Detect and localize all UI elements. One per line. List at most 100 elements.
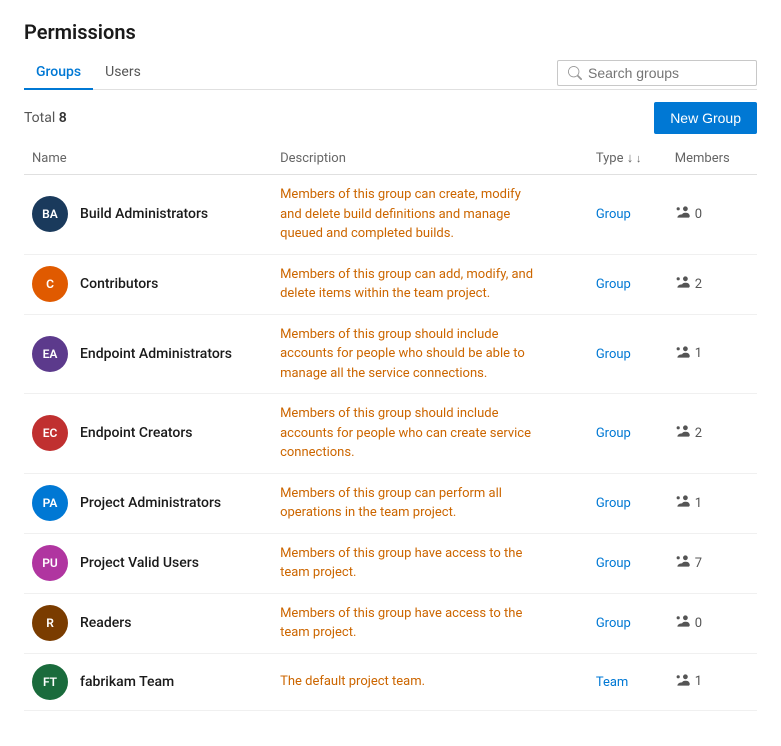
description-cell: Members of this group should include acc… <box>272 394 588 474</box>
col-header-type[interactable]: Type ↓ <box>588 142 667 175</box>
avatar: PA <box>32 485 68 521</box>
type-value: Team <box>596 675 629 690</box>
members-cell: 1 <box>667 653 757 710</box>
group-name: fabrikam Team <box>80 674 174 690</box>
description-text: Members of this group can add, modify, a… <box>280 265 540 304</box>
table-row[interactable]: PA Project Administrators Members of thi… <box>24 473 757 533</box>
avatar: C <box>32 266 68 302</box>
type-cell: Group <box>588 533 667 593</box>
members-cell: 1 <box>667 473 757 533</box>
name-cell: BA Build Administrators <box>24 175 272 255</box>
tabs: Groups Users <box>24 56 153 89</box>
people-icon <box>675 275 691 289</box>
members-cell: 1 <box>667 314 757 394</box>
people-icon <box>675 494 691 508</box>
group-name: Contributors <box>80 276 158 292</box>
new-group-button[interactable]: New Group <box>654 102 757 134</box>
avatar: FT <box>32 664 68 700</box>
members-icon <box>675 614 691 632</box>
description-cell: Members of this group can create, modify… <box>272 175 588 255</box>
table-header: Name Description Type ↓ Members <box>24 142 757 175</box>
description-cell: Members of this group should include acc… <box>272 314 588 394</box>
search-icon <box>568 66 582 80</box>
table-row[interactable]: EC Endpoint Creators Members of this gro… <box>24 394 757 474</box>
type-value: Group <box>596 616 631 631</box>
type-cell: Team <box>588 653 667 710</box>
type-cell: Group <box>588 314 667 394</box>
members-count: 0 <box>695 207 702 222</box>
table-row[interactable]: FT fabrikam Team The default project tea… <box>24 653 757 710</box>
members-count: 1 <box>695 496 702 511</box>
description-text: Members of this group can create, modify… <box>280 185 540 244</box>
col-header-name: Name <box>24 142 272 175</box>
members-icon <box>675 494 691 512</box>
people-icon <box>675 614 691 628</box>
total-count: 8 <box>59 110 67 126</box>
table-row[interactable]: EA Endpoint Administrators Members of th… <box>24 314 757 394</box>
table-row[interactable]: C Contributors Members of this group can… <box>24 254 757 314</box>
members-icon <box>675 205 691 223</box>
group-name: Project Valid Users <box>80 555 199 571</box>
description-cell: Members of this group can perform all op… <box>272 473 588 533</box>
type-value: Group <box>596 496 631 511</box>
search-box[interactable] <box>557 60 757 86</box>
description-cell: Members of this group have access to the… <box>272 593 588 653</box>
tabs-header: Groups Users <box>24 56 757 90</box>
description-text: The default project team. <box>280 672 540 692</box>
type-cell: Group <box>588 473 667 533</box>
members-count: 0 <box>695 616 702 631</box>
members-icon <box>675 275 691 293</box>
group-name: Build Administrators <box>80 206 208 222</box>
avatar: R <box>32 605 68 641</box>
members-icon <box>675 424 691 442</box>
avatar: EA <box>32 336 68 372</box>
people-icon <box>675 424 691 438</box>
table-row[interactable]: R Readers Members of this group have acc… <box>24 593 757 653</box>
name-cell: PA Project Administrators <box>24 473 272 533</box>
people-icon <box>675 673 691 687</box>
type-value: Group <box>596 347 631 362</box>
description-text: Members of this group have access to the… <box>280 544 540 583</box>
name-cell: FT fabrikam Team <box>24 653 272 710</box>
type-value: Group <box>596 556 631 571</box>
name-cell: EC Endpoint Creators <box>24 394 272 474</box>
group-name: Endpoint Administrators <box>80 346 232 362</box>
name-cell: EA Endpoint Administrators <box>24 314 272 394</box>
members-icon <box>675 345 691 363</box>
search-input[interactable] <box>588 65 746 81</box>
members-cell: 2 <box>667 254 757 314</box>
name-cell: C Contributors <box>24 254 272 314</box>
type-value: Group <box>596 426 631 441</box>
tab-groups[interactable]: Groups <box>24 56 93 90</box>
group-name: Project Administrators <box>80 495 221 511</box>
type-cell: Group <box>588 175 667 255</box>
members-count: 2 <box>695 277 702 292</box>
people-icon <box>675 554 691 568</box>
type-cell: Group <box>588 394 667 474</box>
tab-users[interactable]: Users <box>93 56 153 90</box>
members-count: 2 <box>695 426 702 441</box>
members-cell: 7 <box>667 533 757 593</box>
group-name: Readers <box>80 615 131 631</box>
groups-table: Name Description Type ↓ Members BA Build… <box>24 142 757 711</box>
type-cell: Group <box>588 254 667 314</box>
col-header-members: Members <box>667 142 757 175</box>
description-cell: Members of this group can add, modify, a… <box>272 254 588 314</box>
groups-list: BA Build Administrators Members of this … <box>24 175 757 711</box>
type-cell: Group <box>588 593 667 653</box>
avatar: BA <box>32 196 68 232</box>
description-cell: The default project team. <box>272 653 588 710</box>
group-name: Endpoint Creators <box>80 425 193 441</box>
members-count: 1 <box>695 674 702 689</box>
members-cell: 0 <box>667 593 757 653</box>
total-label: Total 8 <box>24 110 67 126</box>
members-count: 7 <box>695 556 702 571</box>
col-header-description: Description <box>272 142 588 175</box>
table-row[interactable]: BA Build Administrators Members of this … <box>24 175 757 255</box>
description-text: Members of this group should include acc… <box>280 404 540 463</box>
people-icon <box>675 345 691 359</box>
members-count: 1 <box>695 346 702 361</box>
table-row[interactable]: PU Project Valid Users Members of this g… <box>24 533 757 593</box>
name-cell: R Readers <box>24 593 272 653</box>
type-value: Group <box>596 277 631 292</box>
